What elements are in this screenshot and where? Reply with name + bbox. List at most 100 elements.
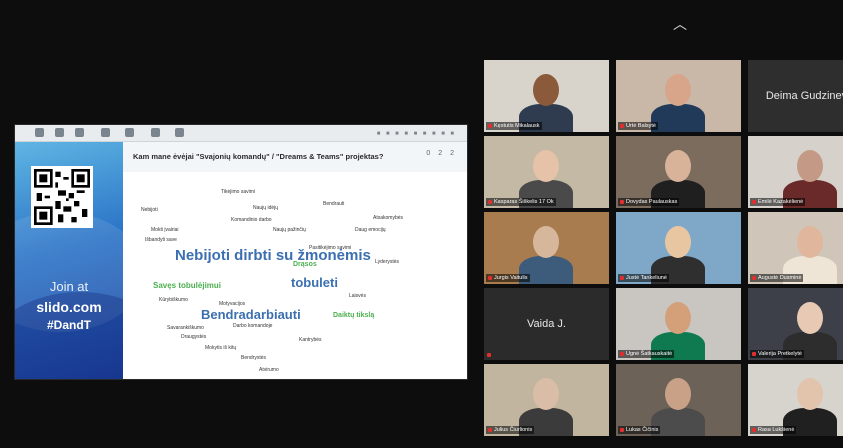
participant-tile[interactable]: Dovydas Paulauskas	[616, 136, 741, 208]
participant-video-head	[797, 226, 823, 258]
toolbar-icon[interactable]	[175, 128, 184, 137]
participant-tile[interactable]: Julius Čiurlionis	[484, 364, 609, 436]
participant-name: Valerija Pretkelytė	[758, 351, 802, 357]
join-label: Join at	[49, 279, 89, 294]
participant-video-head	[533, 150, 559, 182]
word-cloud-word: Atvirumo	[259, 367, 279, 373]
question-bar: Kam mane ėvėjai "Svajonių komandų" / "Dr…	[123, 142, 467, 172]
toolbar-icon[interactable]	[35, 128, 44, 137]
toolbar-icon[interactable]	[101, 128, 110, 137]
word-cloud-word: Mokytis iš kitų	[205, 345, 237, 351]
participant-video-head	[797, 302, 823, 334]
participant-video-head	[533, 226, 559, 258]
join-code: #DandT	[46, 318, 91, 332]
participant-name: Augustė Dusminė	[758, 275, 802, 281]
participant-name-label: Urtė Balsytė	[618, 122, 658, 130]
word-cloud-word: tobuleti	[291, 275, 338, 290]
participant-video-head	[533, 74, 559, 106]
word-cloud-word: Darbo komandoje	[233, 323, 273, 329]
toolbar-icon[interactable]	[55, 128, 64, 137]
slido-sidebar: Join at slido.com #DandT	[15, 142, 123, 379]
participant-name-label: Julius Čiurlionis	[486, 426, 535, 434]
chevron-up-icon[interactable]: ︿	[673, 14, 687, 34]
mic-muted-icon	[487, 353, 491, 357]
mic-muted-icon	[752, 427, 756, 432]
participant-name: Justė Tankeliunė	[626, 275, 667, 281]
word-cloud: Nebijoti dirbti su žmonėmis Bendradarbiau…	[123, 172, 467, 379]
word-cloud-word: Draugystės	[181, 334, 207, 340]
mic-muted-icon	[620, 123, 624, 128]
participant-tile[interactable]: Jurgis Vaitulis	[484, 212, 609, 284]
toolbar-icon[interactable]	[151, 128, 160, 137]
participant-tile[interactable]: Emilė Kazakėlienė	[748, 136, 843, 208]
word-cloud-word: Bendradarbiauti	[201, 307, 301, 322]
participant-name: Deima Gudzinevič	[765, 90, 843, 102]
word-cloud-word: Savęs tobulėjimui	[153, 281, 222, 290]
participant-tile[interactable]: Lukas Čičinis	[616, 364, 741, 436]
participant-video-head	[665, 226, 691, 258]
word-cloud-word: Kūrybiškumo	[159, 297, 188, 303]
mic-muted-icon	[488, 427, 492, 432]
participant-name-label: Emilė Kazakėlienė	[750, 198, 806, 206]
shared-screen[interactable]: ■ ■ ■ ■ ■ ■ ■ ■ ■ Join at slido.com #Dan…	[14, 124, 468, 380]
participant-video-head	[665, 150, 691, 182]
mic-muted-icon	[620, 427, 624, 432]
participant-name: Urtė Balsytė	[626, 123, 656, 129]
participant-name: Emilė Kazakėlienė	[758, 199, 804, 205]
participant-name: Dovydas Paulauskas	[626, 199, 678, 205]
participant-name: Vaida J.	[527, 318, 566, 330]
word-cloud-word: Motyvacijos	[219, 301, 246, 307]
word-cloud-word: Kantrybės	[299, 337, 322, 343]
mic-muted-icon	[620, 351, 624, 356]
participant-tile[interactable]: Urtė Balsytė	[616, 60, 741, 132]
toolbar-dots-icon: ■ ■ ■ ■ ■ ■ ■ ■ ■	[376, 130, 455, 137]
question-icons[interactable]: 0 2 2	[426, 150, 457, 157]
participant-tile[interactable]: Rasa Lukšienė	[748, 364, 843, 436]
mic-muted-icon	[620, 275, 624, 280]
participant-name-label: Kasparas Šiškelis 17 Ok	[486, 198, 556, 206]
participant-name-label: Ugnė Šatkauskaitė	[618, 350, 675, 358]
join-site: slido.com	[36, 299, 102, 315]
word-cloud-word: Daug emocijų	[355, 227, 386, 233]
participant-name: Lukas Čičinis	[626, 427, 659, 433]
toolbar-icon[interactable]	[125, 128, 134, 137]
toolbar-icon[interactable]	[75, 128, 84, 137]
word-cloud-word: Bendrystės	[241, 355, 267, 361]
participant-video-head	[797, 150, 823, 182]
participant-name: Julius Čiurlionis	[494, 427, 533, 433]
participant-tile[interactable]: Deima Gudzinevič	[748, 60, 843, 132]
mic-muted-icon	[488, 275, 492, 280]
mic-muted-icon	[752, 199, 756, 204]
word-cloud-word: Atsakomybės	[373, 215, 404, 221]
participant-name: Kasparas Šiškelis 17 Ok	[494, 199, 554, 205]
word-cloud-word: Drąsos	[293, 261, 317, 268]
participant-name-label: Rasa Lukšienė	[750, 426, 797, 434]
word-cloud-word: Laisvės	[349, 293, 366, 299]
word-cloud-word: Pasitikėjimo savimi	[309, 245, 352, 251]
mic-muted-icon	[488, 199, 492, 204]
participant-tile[interactable]: Augustė Dusminė	[748, 212, 843, 284]
participant-name-label: Justė Tankeliunė	[618, 274, 669, 282]
poll-question: Kam mane ėvėjai "Svajonių komandų" / "Dr…	[133, 152, 384, 161]
mic-muted-icon	[488, 123, 492, 128]
share-toolbar: ■ ■ ■ ■ ■ ■ ■ ■ ■	[15, 125, 467, 142]
word-cloud-word: Naujų pažinčių	[273, 227, 306, 233]
video-call-window: ■ ■ ■ ■ ■ ■ ■ ■ ■ Join at slido.com #Dan…	[0, 0, 843, 448]
mic-muted-icon	[620, 199, 624, 204]
participant-video-body	[651, 104, 705, 132]
participant-tile[interactable]: Valerija Pretkelytė	[748, 288, 843, 360]
qr-code	[31, 166, 93, 228]
participant-tile[interactable]: Kasparas Šiškelis 17 Ok	[484, 136, 609, 208]
participant-tile[interactable]: Kęstutis Mikalausk	[484, 60, 609, 132]
mic-muted-icon	[752, 275, 756, 280]
word-cloud-word: Daiktų tikslą	[333, 312, 375, 319]
participant-tile[interactable]: Justė Tankeliunė	[616, 212, 741, 284]
word-cloud-word: Tikėjimo savimi	[221, 189, 255, 195]
word-cloud-word: Savarankiškumo	[167, 325, 204, 331]
word-cloud-word: Naujų idėjų	[253, 205, 279, 211]
word-cloud-word: Mokti įvairiai	[151, 227, 179, 233]
word-cloud-word: Lyderystės	[375, 259, 399, 265]
participant-tile[interactable]: Vaida J.	[484, 288, 609, 360]
participant-name-label: Dovydas Paulauskas	[618, 198, 680, 206]
participant-tile[interactable]: Ugnė Šatkauskaitė	[616, 288, 741, 360]
